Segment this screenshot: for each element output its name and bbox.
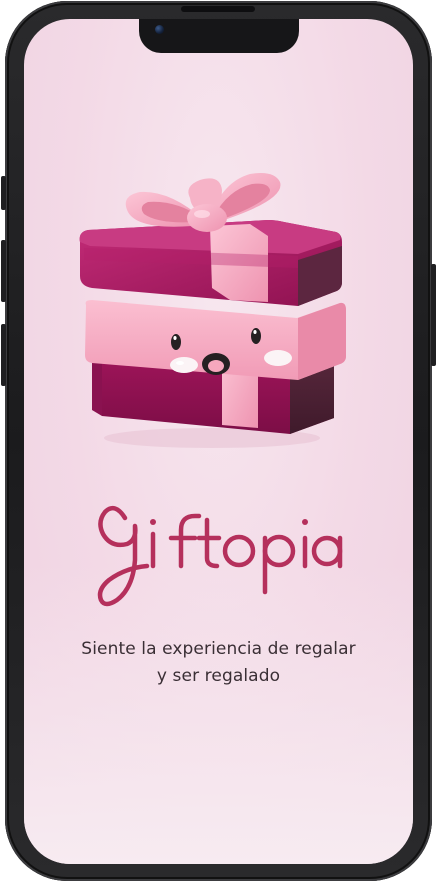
front-camera-icon: [155, 25, 164, 34]
volume-down-button: [1, 324, 6, 386]
tagline-line-1: Siente la experiencia de regalar: [81, 639, 356, 659]
silent-switch: [1, 176, 6, 210]
brand-logo: [95, 500, 345, 615]
volume-up-button: [1, 240, 6, 302]
app-tagline: Siente la experiencia de regalar y ser r…: [24, 636, 413, 690]
speaker-grille: [181, 6, 255, 12]
power-button: [431, 264, 436, 366]
gift-box-mascot-icon: [72, 160, 348, 450]
notch: [139, 19, 299, 53]
tagline-line-2: y ser regalado: [156, 666, 281, 686]
